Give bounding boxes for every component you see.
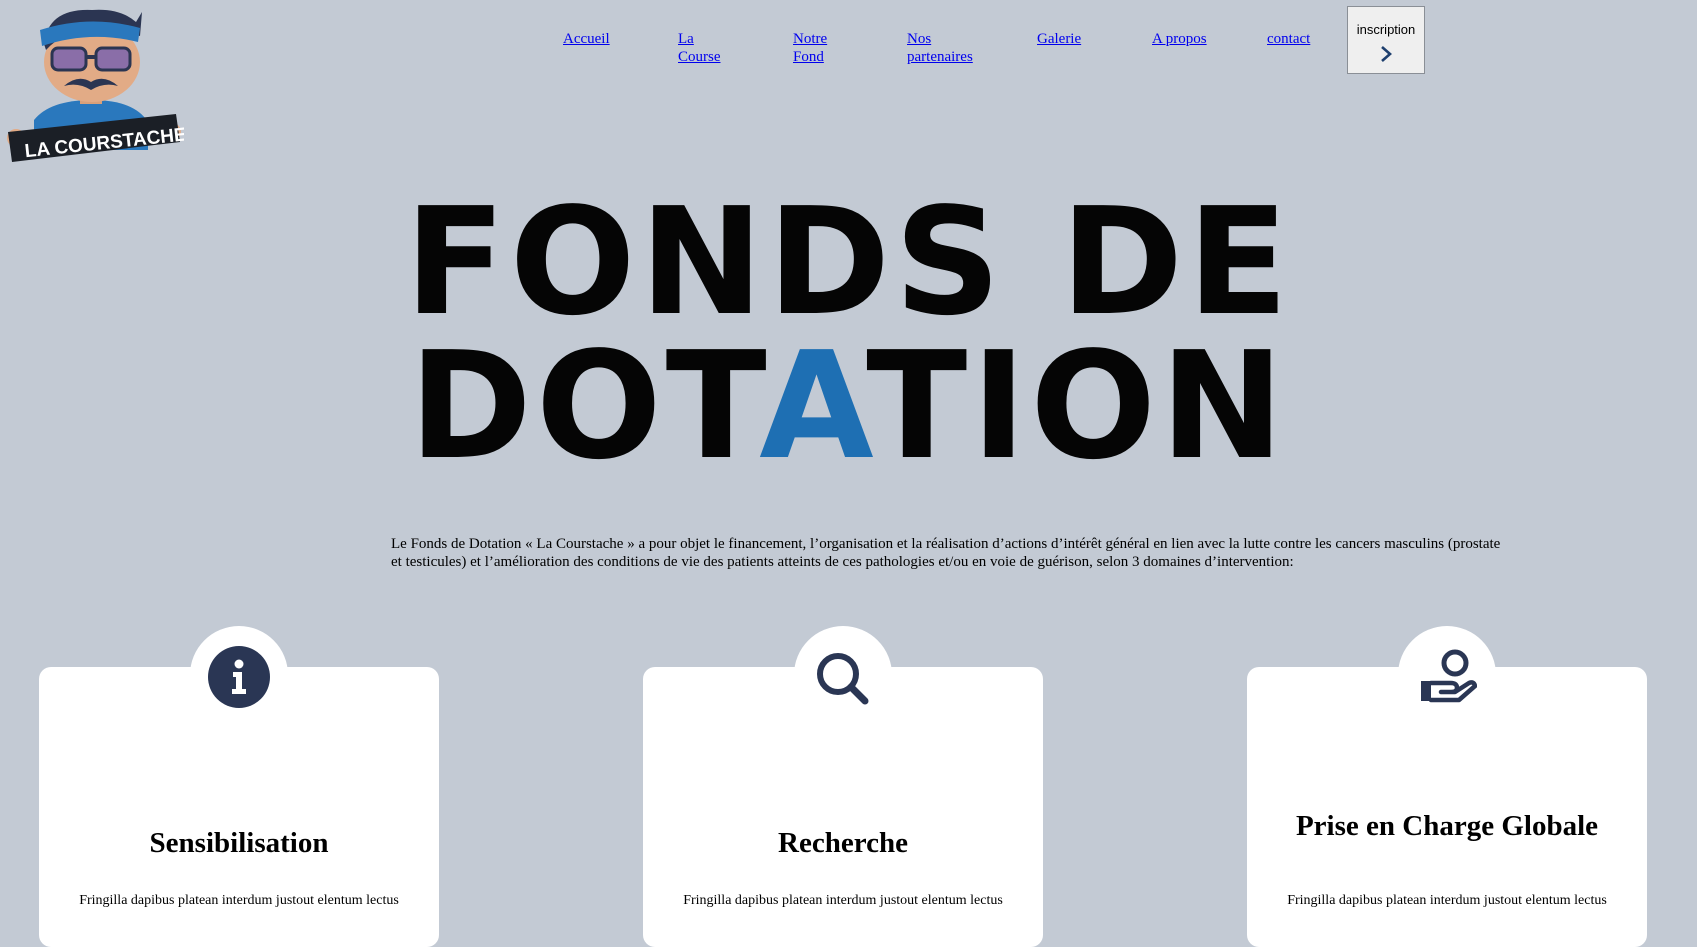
- hero-line-2-end: TION: [866, 320, 1288, 492]
- card-title: Prise en Charge Globale: [1295, 810, 1599, 842]
- nav-link-la-course[interactable]: La Course: [678, 30, 738, 66]
- search-icon: [817, 653, 869, 705]
- card-title: Recherche: [778, 827, 908, 859]
- hero-line-1: FONDS DE: [404, 176, 1293, 348]
- card-prise-en-charge: Prise en Charge Globale Fringilla dapibu…: [1247, 649, 1647, 947]
- card-title: Sensibilisation: [149, 827, 329, 859]
- hero-line-2: DOTATION: [0, 332, 1697, 480]
- chevron-right-icon: [1381, 46, 1392, 62]
- nav-link-a-propos[interactable]: A propos: [1152, 30, 1207, 48]
- card-text: Fringilla dapibus platean interdum justo…: [683, 893, 1003, 908]
- inscription-label: inscription: [1356, 22, 1416, 37]
- card-text: Fringilla dapibus platean interdum justo…: [79, 893, 399, 908]
- nav-link-accueil[interactable]: Accueil: [563, 30, 610, 48]
- hero-line-2-start: DOT: [409, 320, 760, 492]
- info-icon: [208, 646, 270, 708]
- intro-paragraph: Le Fonds de Dotation « La Courstache » a…: [391, 536, 1501, 570]
- card-sensibilisation: Sensibilisation Fringilla dapibus platea…: [39, 646, 439, 947]
- nav-link-galerie[interactable]: Galerie: [1037, 30, 1081, 48]
- helping-hand-icon: [1421, 649, 1477, 703]
- inscription-button[interactable]: inscription: [1347, 6, 1425, 74]
- card-recherche: Recherche Fringilla dapibus platean inte…: [643, 653, 1043, 947]
- nav-link-nos-partenaires[interactable]: Nos partenaires: [907, 30, 987, 66]
- card-text: Fringilla dapibus platean interdum justo…: [1287, 893, 1607, 908]
- nav-link-notre-fond[interactable]: Notre Fond: [793, 30, 853, 66]
- hero-accent-letter: A: [759, 320, 867, 492]
- nav-link-contact[interactable]: contact: [1267, 30, 1310, 48]
- hero-title: FONDS DE DOTATION: [0, 176, 1697, 480]
- la-courstache-logo[interactable]: LA COURSTACHE: [0, 0, 184, 165]
